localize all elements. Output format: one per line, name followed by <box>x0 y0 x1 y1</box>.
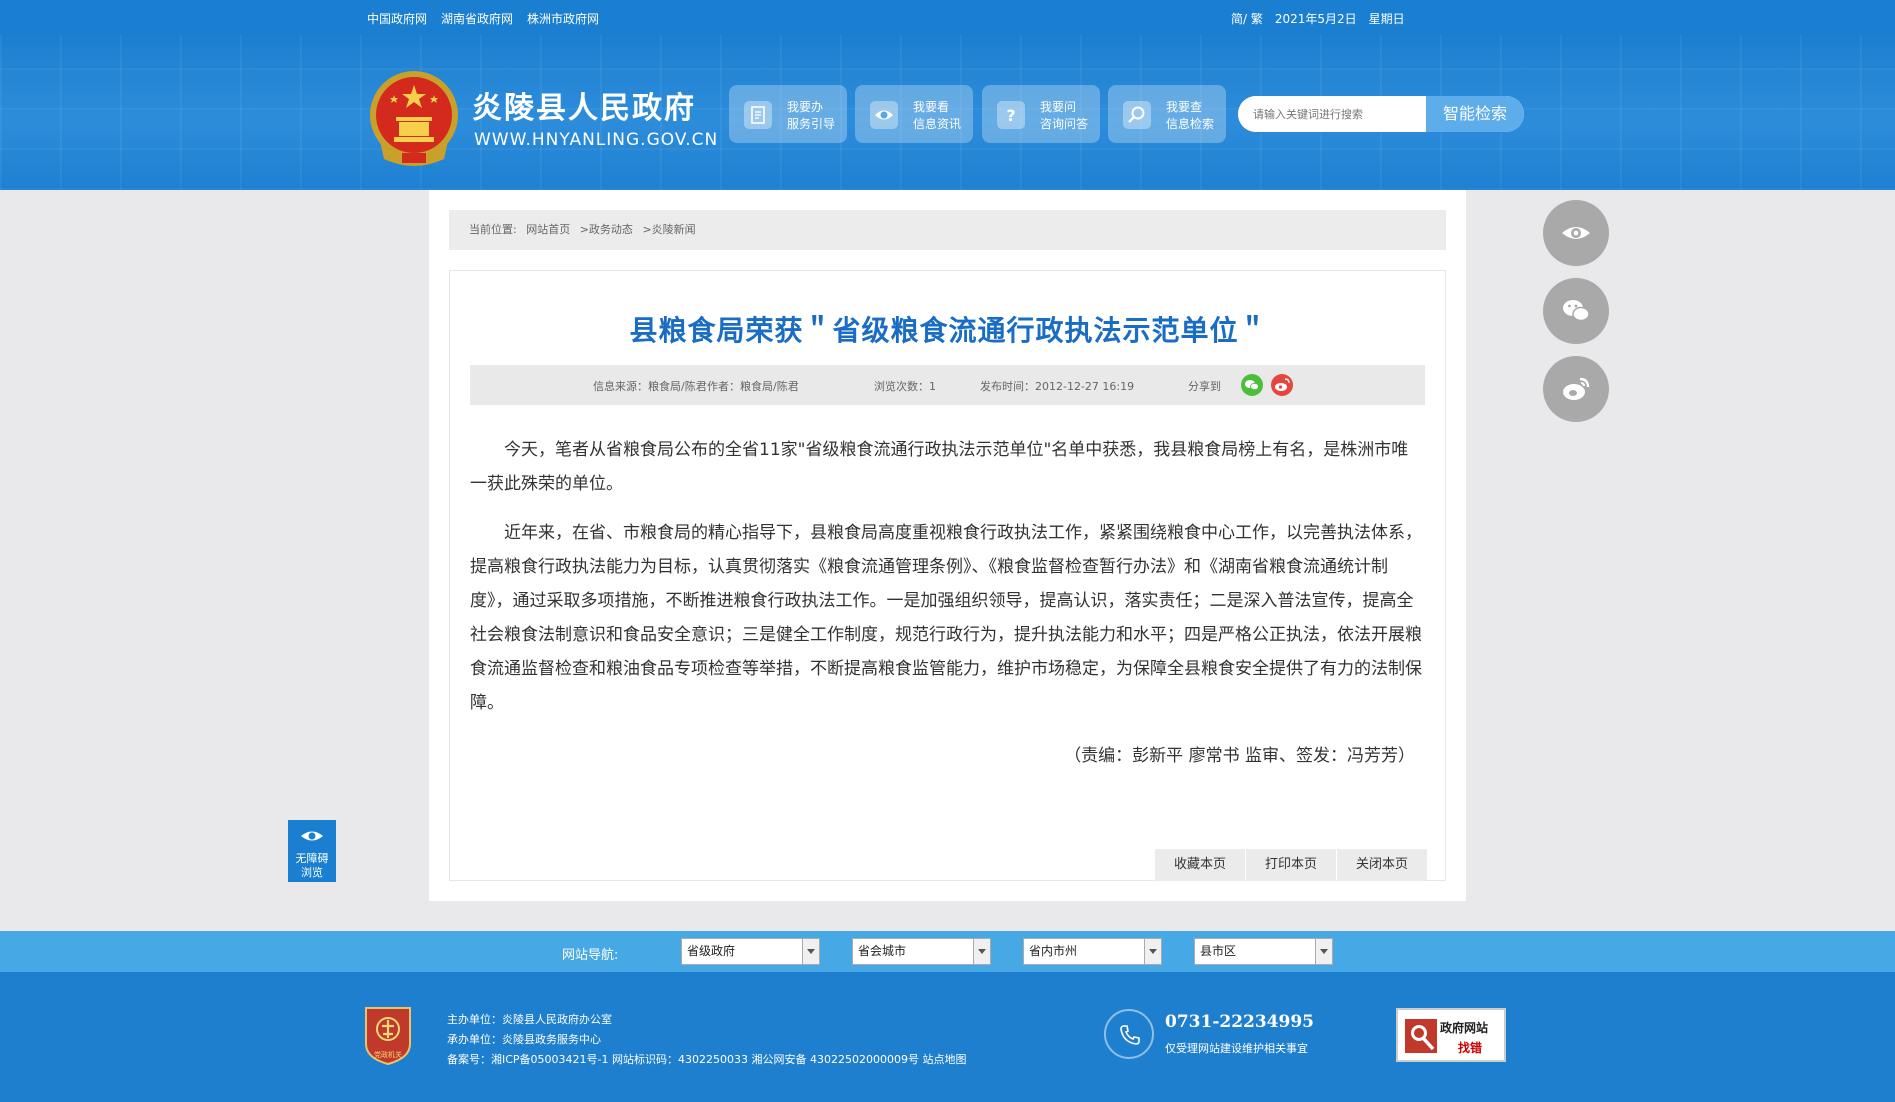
top-right: 简/ 繁 2021年5月2日 星期日 <box>1231 10 1405 27</box>
float-wechat-button[interactable] <box>1543 278 1609 344</box>
top-links: 中国政府网 湖南省政府网 株洲市政府网 <box>367 10 599 27</box>
nav-service-guide-button[interactable]: 我要办 服务引导 <box>729 85 847 143</box>
site-navigation-bar: 网站导航: 省级政府 省会城市 省内市州 县市区 <box>0 931 1895 972</box>
report-error-button[interactable]: 政府网站 找错 <box>1396 1008 1506 1062</box>
meta-published: 发布时间：2012-12-27 16:19 <box>980 380 1135 393</box>
wechat-icon <box>1563 300 1590 322</box>
link-china-gov[interactable]: 中国政府网 <box>367 10 427 27</box>
lang-switch[interactable]: 简/ 繁 <box>1231 10 1263 27</box>
footer: 党政机关 主办单位：炎陵县人民政府办公室 承办单位：炎陵县政务服务中心 备案号：… <box>0 972 1895 1102</box>
nav-line2: 咨询问答 <box>1040 117 1089 131</box>
magnifier-icon <box>1405 1019 1437 1053</box>
footer-phone-note: 仅受理网站建设维护相关事宜 <box>1165 1042 1308 1055</box>
footer-organizer: 承办单位：炎陵县政务服务中心 <box>447 1033 601 1046</box>
share-weibo-icon[interactable] <box>1271 374 1293 396</box>
article: 县粮食局荣获＂省级粮食流通行政执法示范单位＂ 信息来源：粮食局/陈君 作者：粮食… <box>449 270 1446 881</box>
chevron-down-icon <box>973 939 990 964</box>
footer-record: 备案号：湘ICP备05003421号-1 网站标识码：4302250033 湘公… <box>447 1053 967 1066</box>
chevron-down-icon <box>1144 939 1161 964</box>
footer-host: 主办单位：炎陵县人民政府办公室 <box>447 1013 612 1026</box>
accessibility-button[interactable]: 无障碍 浏览 <box>288 820 336 882</box>
smart-search-button[interactable]: 智能检索 <box>1426 96 1524 132</box>
breadcrumb: 当前位置: 网站首页 >政务动态 >炎陵新闻 <box>449 210 1446 250</box>
nav-line1: 我要查 <box>1166 100 1203 114</box>
nav-line1: 我要看 <box>913 100 950 114</box>
bookmark-page-button[interactable]: 收藏本页 <box>1155 849 1245 881</box>
chevron-down-icon <box>802 939 819 964</box>
select-counties[interactable]: 县市区 <box>1194 938 1333 965</box>
select-value: 县市区 <box>1200 944 1237 958</box>
search-box: 智能检索 <box>1238 96 1524 132</box>
link-zhuzhou-gov[interactable]: 株洲市政府网 <box>527 10 599 27</box>
breadcrumb-home[interactable]: 网站首页 <box>526 223 570 236</box>
article-actions: 收藏本页 打印本页 关闭本页 <box>1155 849 1427 881</box>
nav-line1: 我要问 <box>1040 100 1077 114</box>
breadcrumb-label: 当前位置: <box>469 223 517 236</box>
print-page-button[interactable]: 打印本页 <box>1246 849 1336 881</box>
meta-author: 作者：粮食局/陈君 <box>707 380 799 393</box>
close-page-button[interactable]: 关闭本页 <box>1337 849 1427 881</box>
footer-phone: 0731-22234995 <box>1165 1012 1314 1032</box>
select-value: 省内市州 <box>1029 944 1078 958</box>
select-capital-cities[interactable]: 省会城市 <box>852 938 991 965</box>
footer-info: 主办单位：炎陵县人民政府办公室 承办单位：炎陵县政务服务中心 备案号：湘ICP备… <box>447 1010 966 1070</box>
site-title: 炎陵县人民政府 <box>472 91 696 126</box>
nav-line2: 服务引导 <box>787 117 836 131</box>
accessibility-label-line2: 浏览 <box>301 866 323 879</box>
phone-icon <box>1104 1009 1154 1059</box>
select-provincial-gov[interactable]: 省级政府 <box>681 938 820 965</box>
nav-line2: 信息资讯 <box>913 117 962 131</box>
header: 炎陵县人民政府 WWW.HNYANLING.GOV.CN 我要办 服务引导 我要… <box>0 35 1895 190</box>
meta-source: 信息来源：粮食局/陈君 <box>593 380 707 393</box>
weibo-icon <box>1563 377 1590 400</box>
chevron-down-icon <box>1315 939 1332 964</box>
search-input[interactable] <box>1238 96 1426 132</box>
article-body: 今天，笔者从省粮食局公布的全省11家"省级粮食流通行政执法示范单位"名单中获悉，… <box>470 433 1425 735</box>
site-url: WWW.HNYANLING.GOV.CN <box>474 130 719 150</box>
nav-search-info-button[interactable]: 我要查 信息检索 <box>1108 85 1226 143</box>
breadcrumb-gov-news[interactable]: >政务动态 <box>580 223 633 236</box>
nav-line1: 我要办 <box>787 100 824 114</box>
breadcrumb-yanling-news[interactable]: >炎陵新闻 <box>642 223 695 236</box>
eye-icon <box>870 101 898 129</box>
share-wechat-icon[interactable] <box>1241 374 1263 396</box>
nav-info-button[interactable]: 我要看 信息资讯 <box>855 85 973 143</box>
float-eye-button[interactable] <box>1543 200 1609 266</box>
current-weekday: 星期日 <box>1368 12 1405 26</box>
select-value: 省会城市 <box>858 944 907 958</box>
meta-share-label: 分享到 <box>1188 380 1221 393</box>
document-icon <box>744 101 772 129</box>
meta-views: 浏览次数：1 <box>874 380 936 393</box>
select-value: 省级政府 <box>687 944 736 958</box>
select-prefectures[interactable]: 省内市州 <box>1023 938 1162 965</box>
article-paragraph: 近年来，在省、市粮食局的精心指导下，县粮食局高度重视粮食行政执法工作，紧紧围绕粮… <box>470 523 1422 713</box>
article-meta: 信息来源：粮食局/陈君 作者：粮食局/陈君 浏览次数：1 发布时间：2012-1… <box>470 365 1425 405</box>
site-nav-label: 网站导航: <box>562 948 619 963</box>
main-panel: 当前位置: 网站首页 >政务动态 >炎陵新闻 县粮食局荣获＂省级粮食流通行政执法… <box>429 190 1466 901</box>
question-icon: ? <box>997 101 1025 129</box>
national-emblem-icon <box>370 71 458 166</box>
current-date: 2021年5月2日 <box>1274 12 1357 26</box>
footer-badge-label: 党政机关 <box>374 1050 402 1059</box>
top-bar: 中国政府网 湖南省政府网 株洲市政府网 简/ 繁 2021年5月2日 星期日 <box>0 0 1895 35</box>
article-editor: （责编：彭新平 廖常书 监审、签发：冯芳芳） <box>1064 746 1415 766</box>
article-paragraph: 今天，笔者从省粮食局公布的全省11家"省级粮食流通行政执法示范单位"名单中获悉，… <box>470 440 1409 494</box>
article-title: 县粮食局荣获＂省级粮食流通行政执法示范单位＂ <box>629 314 1268 347</box>
nav-qa-button[interactable]: ? 我要问 咨询问答 <box>982 85 1100 143</box>
eye-icon <box>301 831 323 841</box>
svg-text:?: ? <box>1006 106 1015 125</box>
nav-line2: 信息检索 <box>1166 117 1215 131</box>
party-government-badge-icon[interactable]: 党政机关 <box>362 1004 414 1066</box>
link-hunan-gov[interactable]: 湖南省政府网 <box>441 10 513 27</box>
search-icon <box>1123 101 1151 129</box>
eye-icon <box>1562 227 1590 239</box>
report-line1: 政府网站 <box>1440 1021 1489 1035</box>
float-weibo-button[interactable] <box>1543 356 1609 422</box>
report-line2: 找错 <box>1458 1041 1483 1055</box>
